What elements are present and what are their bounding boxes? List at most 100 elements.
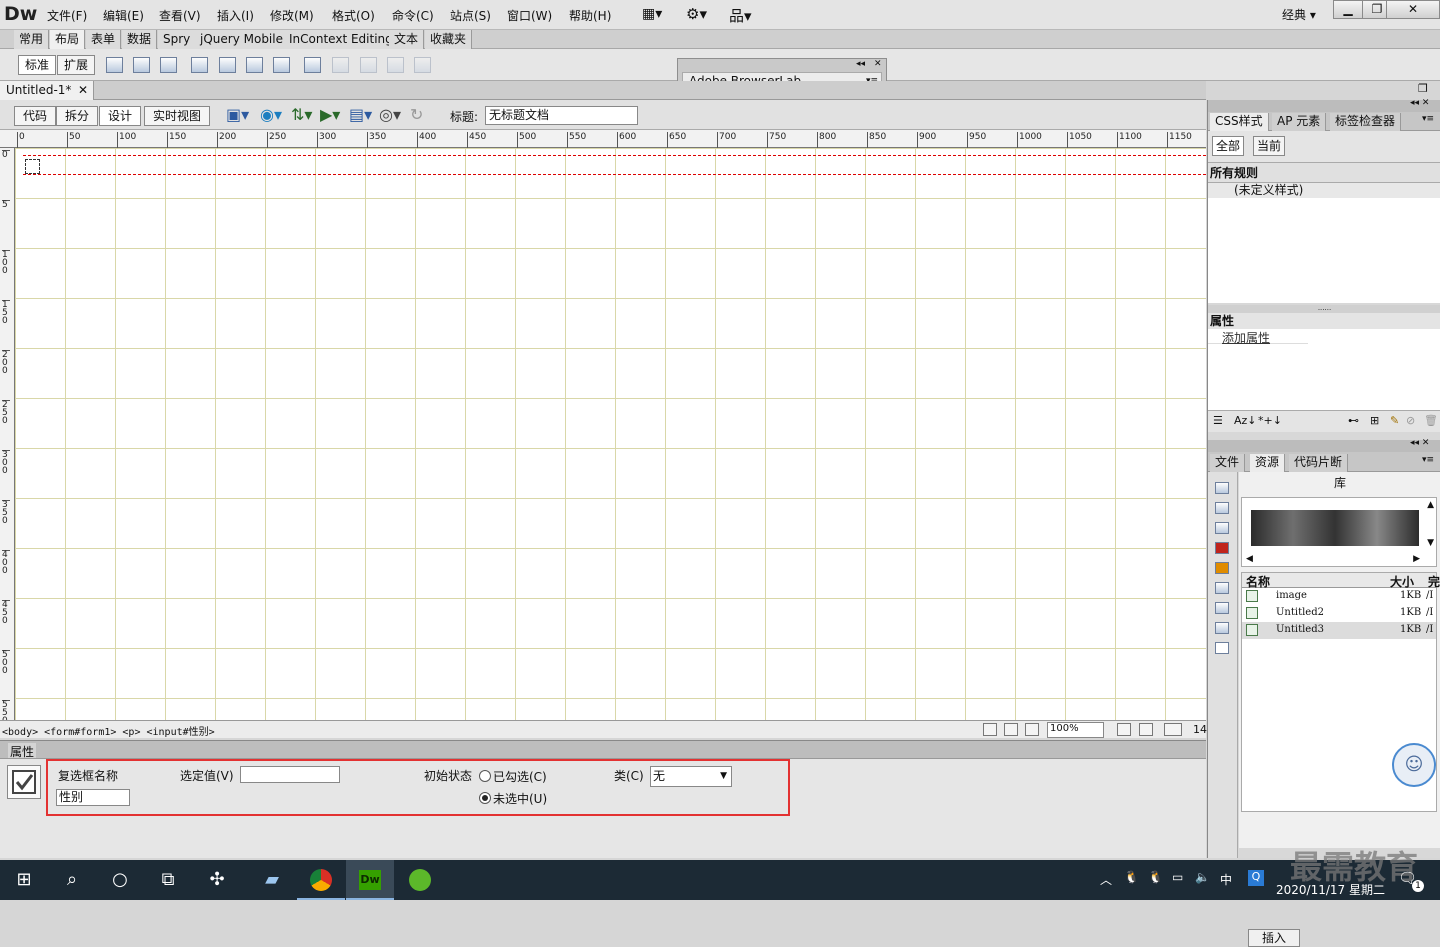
title-input[interactable]: 无标题文档 [485,106,638,125]
category-view-icon[interactable]: ☰ [1213,414,1223,427]
notes-app-icon[interactable]: ▰ [248,860,296,900]
close-button[interactable]: ✕ [1386,0,1440,19]
debug-icon[interactable]: ▶▾ [320,105,340,124]
div-icon[interactable] [160,57,177,73]
hand-tool-icon[interactable] [1004,723,1018,736]
disable-icon[interactable]: ⊘ [1406,414,1415,427]
table-icon[interactable] [106,57,123,73]
list-item[interactable]: Untitled2 1KB /I [1242,605,1436,622]
melon-app-icon[interactable] [396,860,444,900]
menu-view[interactable]: 查看(V) [159,7,201,24]
cortana-icon[interactable]: ○ [96,860,144,900]
tray-expand-icon[interactable]: ︿ [1100,871,1112,888]
start-button[interactable]: ⊞ [0,860,48,900]
tab-spry[interactable]: Spry [158,30,197,49]
flash-icon[interactable] [1215,542,1229,554]
document-tab[interactable]: Untitled-1* ✕ [0,81,94,100]
sogou-icon[interactable]: Q [1248,870,1264,886]
scripts-icon[interactable] [1215,602,1229,614]
scroll-down-icon[interactable]: ▼ [1427,538,1434,548]
insert-button[interactable]: 插入 [1248,929,1300,947]
trash-icon[interactable]: 🗑 [1424,414,1438,427]
add-property-link[interactable]: 添加属性 [1208,329,1308,345]
tab-css-styles[interactable]: CSS样式 [1210,113,1269,131]
menu-file[interactable]: 文件(F) [47,7,87,24]
zoom-tool-icon[interactable] [1025,723,1039,736]
templates-icon[interactable] [1215,622,1229,634]
menu-site[interactable]: 站点(S) [450,7,491,24]
tab-files[interactable]: 文件 [1210,454,1246,472]
set-properties-icon[interactable]: *+↓ [1258,414,1282,427]
mode-all-button[interactable]: 全部 [1212,136,1245,156]
scroll-left-icon[interactable]: ◀ [1246,554,1253,564]
tag-selector[interactable]: <body> <form#form1> <p> <input#性别> [2,723,215,738]
panel-menu-icon[interactable]: ▾≡ [1422,455,1434,465]
spry-menu-icon[interactable] [219,57,236,73]
assistant-bubble-icon[interactable]: ☺ [1392,743,1436,787]
restore-icon[interactable]: ❐ [1418,82,1428,95]
movies-icon[interactable] [1215,582,1229,594]
list-item[interactable]: image 1KB /I [1242,588,1436,605]
mode-standard-button[interactable]: 标准 [18,55,57,75]
tab-text[interactable]: 文本 [389,30,425,49]
rule-item[interactable]: (未定义样式) [1208,183,1440,198]
rules-list[interactable]: (未定义样式) [1208,183,1440,303]
select-tool-icon[interactable] [983,723,997,736]
class-select[interactable]: 无 ▼ [650,766,732,787]
shockwave-icon[interactable] [1215,562,1229,574]
tab-incontext[interactable]: InContext Editing [284,30,399,49]
radio-unchecked-option[interactable] [479,792,491,804]
menu-window[interactable]: 窗口(W) [507,7,552,24]
network-icon[interactable]: ▭ [1172,870,1183,884]
radio-checked-option[interactable] [479,770,491,782]
tab-tag-inspector[interactable]: 标签检查器 [1330,113,1402,131]
inspect-icon[interactable]: ◎▾ [379,105,401,124]
attach-style-icon[interactable]: ⊷ [1348,414,1359,427]
menu-commands[interactable]: 命令(C) [392,7,434,24]
checked-value-input[interactable] [240,766,340,783]
checkbox-element[interactable] [25,159,40,174]
layout-icon[interactable]: ▦▾ [642,6,662,22]
tab-layout[interactable]: 布局 [50,30,86,49]
task-view-icon[interactable]: ⧉ [144,860,192,900]
browser-preview-icon[interactable]: ◉▾ [260,105,282,124]
dreamweaver-taskbar-icon[interactable]: Dw [346,860,394,900]
gear-icon[interactable]: ⚙▾ [686,5,707,23]
list-item[interactable]: Untitled3 1KB /I [1242,622,1436,639]
view-split-button[interactable]: 拆分 [56,106,99,126]
alpha-view-icon[interactable]: Az↓ [1234,414,1257,427]
workspace-switcher[interactable]: 经典 ▾ [1282,6,1316,23]
qq2-icon[interactable]: 🐧 [1148,870,1163,884]
desktop-size-icon[interactable] [1164,723,1182,736]
tab-favorites[interactable]: 收藏夹 [425,30,473,49]
iframe-icon[interactable] [133,57,150,73]
mode-current-button[interactable]: 当前 [1253,136,1286,156]
tab-snippets[interactable]: 代码片断 [1289,454,1349,472]
urls-icon[interactable] [1215,522,1229,534]
menu-edit[interactable]: 编辑(E) [103,7,144,24]
minimize-button[interactable]: ▁ [1333,0,1363,19]
search-icon[interactable]: ⌕ [48,860,96,900]
ap-div-icon[interactable] [191,57,208,73]
view-code-button[interactable]: 代码 [14,106,57,126]
mode-expanded-button[interactable]: 扩展 [57,55,96,75]
colors-icon[interactable] [1215,502,1229,514]
tab-forms[interactable]: 表单 [86,30,122,49]
close-tab-icon[interactable]: ✕ [78,81,88,99]
library-icon[interactable] [1215,642,1229,654]
tab-ap-elements[interactable]: AP 元素 [1272,113,1327,131]
tab-common[interactable]: 常用 [14,30,50,49]
file-manage-icon[interactable]: ⇅▾ [291,105,312,124]
scroll-up-icon[interactable]: ▲ [1427,500,1434,510]
collapse-icon[interactable]: ◂◂ [856,59,865,69]
ime-indicator[interactable]: 中 [1220,871,1232,888]
chrome-icon[interactable] [297,860,345,900]
design-canvas[interactable] [15,148,1206,720]
panel-close-icon[interactable]: ✕ [874,59,882,69]
panel-menu-icon[interactable]: ▾≡ [1422,114,1434,124]
table-layout-icon[interactable] [304,57,321,73]
view-live-button[interactable]: 实时视图 [144,106,211,126]
multiscreen-icon[interactable]: ▣▾ [226,105,249,124]
menu-insert[interactable]: 插入(I) [217,7,254,24]
splitter-handle[interactable]: ...... [1208,305,1440,313]
